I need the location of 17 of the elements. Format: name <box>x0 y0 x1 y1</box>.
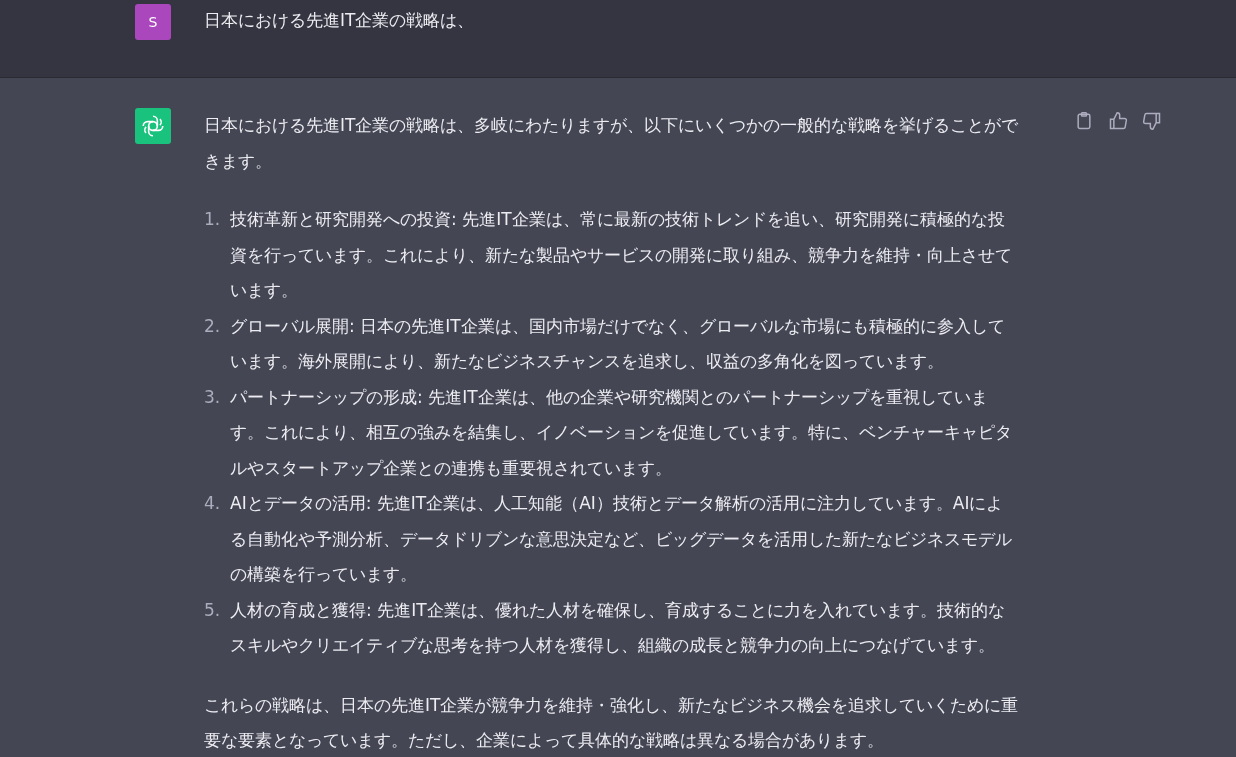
list-number: 4. <box>204 492 222 515</box>
list-number: 2. <box>204 314 222 338</box>
clipboard-icon[interactable] <box>1074 111 1094 131</box>
list-item-text: グローバル展開: 日本の先進IT企業は、国内市場だけでなく、グローバルな市場にも積極的に参入しています。海外展開により、新たなビジネスチャンスを追求し、収益の多角化を図っています。 <box>230 314 1006 373</box>
list-item-text: AIとデータの活用: 先進IT企業は、人工知能（AI）技術とデータ解析の活用に注力しています。AIによる自動化や予測分析、データドリブンな意思決定など、ビッグデータを活用した新たなビジネスモデルの構築を行っています。 <box>230 492 1013 586</box>
list-number: 5. <box>204 598 222 622</box>
list-number: 3. <box>204 385 222 409</box>
assistant-conclusion: これらの戦略は、日本の先進IT企業が競争力を維持・強化し、新たなビジネス機会を追求していくために重要な要素となっています。ただし、企業によって具体的な戦略は異なる場合があります。 <box>204 693 1019 752</box>
thumbs-down-icon[interactable] <box>1142 111 1162 131</box>
list-number: 1. <box>204 208 222 231</box>
assistant-intro: 日本における先進IT企業の戦略は、多岐にわたりますが、以下にいくつかの一般的な戦略を挙げることができます。 <box>204 114 1019 173</box>
thumbs-up-icon[interactable] <box>1108 111 1128 131</box>
list-item-text: 人材の育成と獲得: 先進IT企業は、優れた人材を確保し、育成することに力を入れています。技術的なスキルやクリエイティブな思考を持つ人材を獲得し、組織の成長と競争力の向上につなげています。 <box>230 598 1006 657</box>
user-avatar: S <box>135 4 171 40</box>
list-item-text: 技術革新と研究開発への投資: 先進IT企業は、常に最新の技術トレンドを追い、研究開発に積極的な投資を行っています。これにより、新たな製品やサービスの開発に取り組み、競争力を維持・向上させています。 <box>230 208 1013 302</box>
user-message: 日本における先進IT企業の戦略は、 <box>204 9 475 32</box>
list-item-text: パートナーシップの形成: 先進IT企業は、他の企業や研究機関とのパートナーシップを重視しています。これにより、相互の強みを結集し、イノベーションを促進しています。特に、ベンチャーキャピタルやスタートアップ企業との連携も重要視されています。 <box>230 385 1013 480</box>
